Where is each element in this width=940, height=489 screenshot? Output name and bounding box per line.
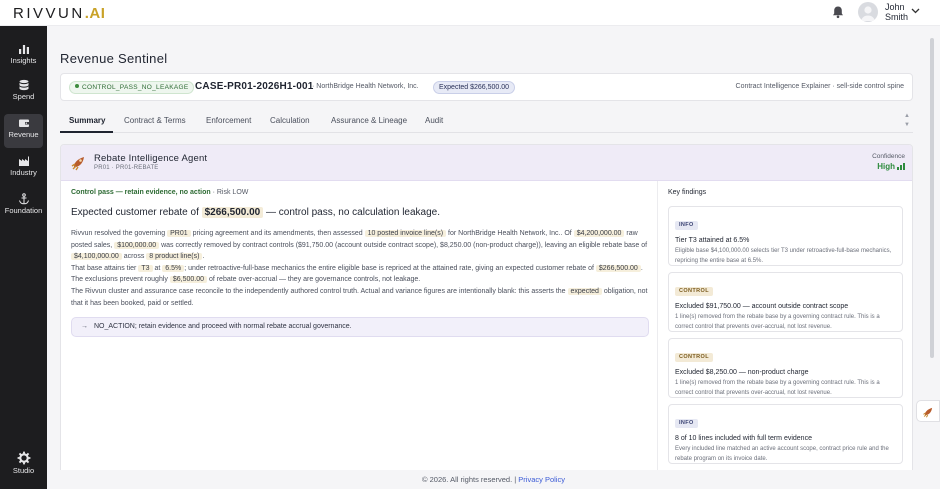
case-header: CONTROL_PASS_NO_LEAKAGE CASE-PR01-2026H1… <box>60 73 913 101</box>
user-first-name: John <box>885 2 905 12</box>
expected-badge: Expected $266,500.00 <box>433 81 516 94</box>
finding-card[interactable]: INFO Tier T3 attained at 6.5% Eligible b… <box>668 206 903 266</box>
recommended-action[interactable]: → NO_ACTION; retain evidence and proceed … <box>71 317 649 337</box>
gear-icon <box>17 451 30 465</box>
sidebar-item-spend[interactable]: Spend <box>0 76 47 110</box>
tab-contract-terms[interactable]: Contract & Terms <box>124 116 186 125</box>
case-id: CASE-PR01-2026H1-001 <box>195 81 314 92</box>
sidebar-item-label: Insights <box>10 56 37 65</box>
page-title: Revenue Sentinel <box>60 51 168 66</box>
status-dot-icon <box>75 84 79 88</box>
finding-title: Excluded $8,250.00 — non-product charge <box>675 369 809 376</box>
sidebar-item-label: Revenue <box>8 130 39 139</box>
summary-paragraph-3: The Rivvun cluster and assurance case re… <box>71 287 648 307</box>
top-bar: RIVVUN.AI John Smith <box>0 0 940 26</box>
bell-icon[interactable] <box>831 5 845 19</box>
avatar[interactable] <box>858 2 878 22</box>
confidence-label: Confidence <box>872 153 905 160</box>
sidebar-item-industry[interactable]: Industry <box>0 152 47 186</box>
brand-logo[interactable]: RIVVUN.AI <box>13 5 105 22</box>
sidebar-item-label: Foundation <box>4 206 43 215</box>
sidebar-item-label: Studio <box>12 466 35 475</box>
arrow-right-icon: → <box>81 323 88 330</box>
confidence-value: High <box>877 162 905 171</box>
summary-body: Control pass — retain evidence, no actio… <box>71 189 649 337</box>
case-context: Contract Intelligence Explainer · sell-s… <box>735 83 904 90</box>
user-name[interactable]: John Smith <box>885 2 908 22</box>
tab-bar: Summary Contract & Terms Enforcement Cal… <box>60 111 913 133</box>
tab-enforcement[interactable]: Enforcement <box>206 116 251 125</box>
tab-summary[interactable]: Summary <box>69 116 105 125</box>
sidebar-item-label: Spend <box>12 92 35 101</box>
finding-title: Excluded $91,750.00 — account outside co… <box>675 303 849 310</box>
finding-tag: INFO <box>675 419 698 428</box>
finding-tag: INFO <box>675 221 698 230</box>
sidebar-item-revenue[interactable]: Revenue <box>4 114 43 148</box>
factory-icon <box>18 156 29 166</box>
finding-title: 8 of 10 lines included with full term ev… <box>675 435 812 442</box>
finding-description: 1 line(s) removed from the rebate base b… <box>675 380 880 396</box>
bar-chart-icon <box>18 45 29 54</box>
footer: © 2026. All rights reserved. | Privacy P… <box>47 470 940 489</box>
main-content: Revenue Sentinel CONTROL_PASS_NO_LEAKAGE… <box>47 26 940 489</box>
key-findings: Key findings INFO Tier T3 attained at 6.… <box>657 181 912 488</box>
sidebar-item-studio[interactable]: Studio <box>0 448 47 478</box>
rocket-icon <box>923 407 933 418</box>
chevron-down-icon[interactable] <box>911 8 920 14</box>
status-badge: CONTROL_PASS_NO_LEAKAGE <box>69 81 195 94</box>
finding-description: 1 line(s) removed from the rebate base b… <box>675 314 880 330</box>
signal-bars-icon <box>897 163 905 170</box>
user-silhouette-icon <box>861 6 875 21</box>
active-tab-indicator <box>60 131 113 133</box>
tab-audit[interactable]: Audit <box>425 116 443 125</box>
sidebar-item-foundation[interactable]: Foundation <box>0 190 47 224</box>
agent-subtitle: PR01 · PR01-REBATE <box>94 165 159 171</box>
user-last-name: Smith <box>885 12 909 22</box>
sidebar-item-insights[interactable]: Insights <box>0 40 47 74</box>
finding-tag: CONTROL <box>675 353 713 362</box>
anchor-icon <box>18 193 29 205</box>
agent-launcher-button[interactable] <box>916 400 940 422</box>
finding-description: Every included line matched an active ac… <box>675 446 889 462</box>
tab-assurance-lineage[interactable]: Assurance & Lineage <box>331 116 407 125</box>
wallet-icon <box>18 119 29 127</box>
finding-card[interactable]: CONTROL Excluded $91,750.00 — account ou… <box>668 272 903 332</box>
finding-title: Tier T3 attained at 6.5% <box>675 237 750 244</box>
summary-panel: Rebate Intelligence Agent PR01 · PR01-RE… <box>60 144 913 489</box>
summary-paragraph-2: That base attains tier T3 at 6.5%; under… <box>71 264 643 284</box>
rocket-icon <box>71 157 84 171</box>
rebate-amount-chip: $266,500.00 <box>201 207 264 218</box>
control-status: Control pass — retain evidence, no actio… <box>71 189 249 196</box>
finding-tag: CONTROL <box>675 287 713 296</box>
tab-scroll-arrows[interactable]: ▲ ▼ <box>904 112 910 130</box>
page-scrollbar[interactable] <box>930 38 934 358</box>
summary-paragraph-1: Rivvun resolved the governing PR01 prici… <box>71 230 648 261</box>
key-findings-title: Key findings <box>668 189 707 196</box>
agent-header: Rebate Intelligence Agent PR01 · PR01-RE… <box>61 145 912 181</box>
summary-headline: Expected customer rebate of $266,500.00 … <box>71 207 441 218</box>
finding-card[interactable]: CONTROL Excluded $8,250.00 — non-product… <box>668 338 903 398</box>
case-org: · NorthBridge Health Network, Inc. <box>312 83 419 90</box>
sidebar-item-label: Industry <box>10 168 37 177</box>
finding-card[interactable]: INFO 8 of 10 lines included with full te… <box>668 404 903 464</box>
sidebar: Insights Spend Revenue Industry Foundati… <box>0 26 47 489</box>
database-icon <box>19 79 28 91</box>
tab-calculation[interactable]: Calculation <box>270 116 310 125</box>
privacy-policy-link[interactable]: Privacy Policy <box>518 475 565 484</box>
agent-name: Rebate Intelligence Agent <box>94 153 208 164</box>
finding-description: Eligible base $4,100,000.00 selects tier… <box>675 248 892 264</box>
